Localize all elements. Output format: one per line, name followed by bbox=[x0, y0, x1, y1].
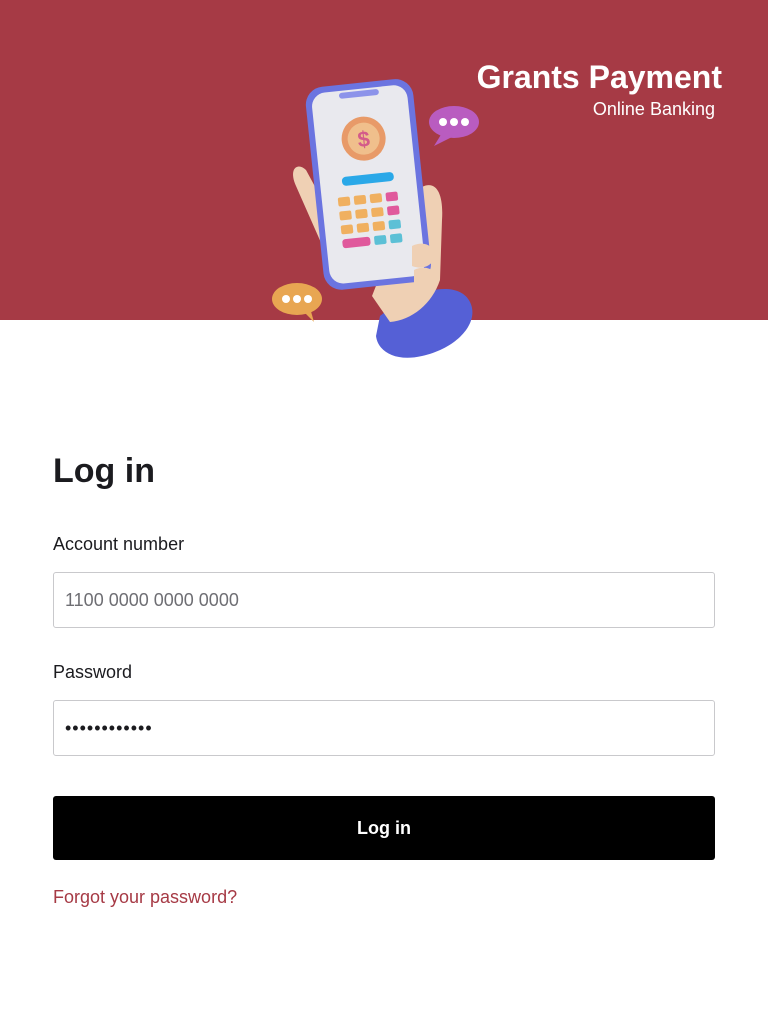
password-label: Password bbox=[53, 662, 133, 682]
password-input[interactable] bbox=[53, 700, 715, 756]
brand-subtitle: Online Banking bbox=[592, 99, 715, 119]
chat-bubble-orange-icon bbox=[272, 283, 322, 322]
svg-text:$: $ bbox=[356, 126, 371, 152]
account-number-label: Account number bbox=[53, 534, 185, 554]
brand-title: Grants Payment bbox=[476, 59, 722, 95]
account-number-input[interactable] bbox=[53, 572, 715, 628]
brand: Grants Payment Online Banking bbox=[477, 58, 722, 120]
hand-holding-phone-payment-icon: $ bbox=[272, 79, 479, 358]
chat-bubble-purple-icon bbox=[429, 106, 479, 146]
login-title: Log in bbox=[53, 452, 155, 490]
forgot-password-link[interactable]: Forgot your password? bbox=[53, 886, 237, 908]
login-button[interactable]: Log in bbox=[53, 796, 715, 860]
